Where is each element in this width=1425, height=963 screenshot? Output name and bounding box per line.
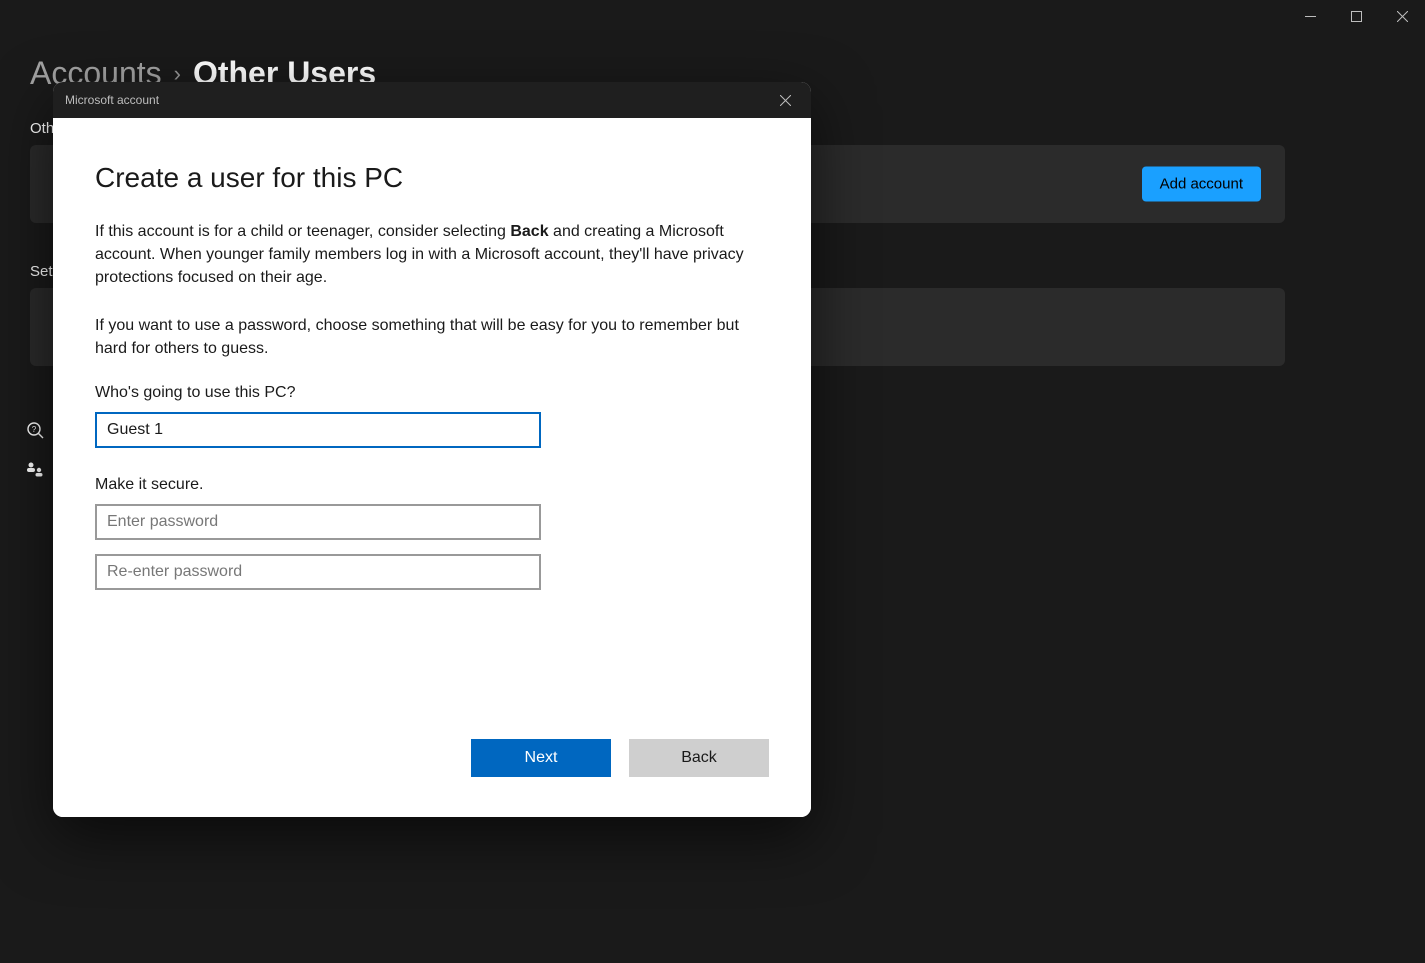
dialog-close-button[interactable] [765,82,805,118]
back-button[interactable]: Back [629,739,769,777]
dialog-paragraph-1: If this account is for a child or teenag… [95,220,765,290]
help-icon[interactable]: ? [25,420,45,440]
para1-bold: Back [510,223,548,240]
dialog-paragraph-2: If you want to use a password, choose so… [95,314,765,360]
add-account-button[interactable]: Add account [1142,167,1261,202]
password-input[interactable] [95,504,541,540]
password-confirm-input[interactable] [95,554,541,590]
next-button[interactable]: Next [471,739,611,777]
username-input[interactable] [95,412,541,448]
related-links: ? [25,420,45,480]
create-user-dialog: Microsoft account Create a user for this… [53,82,811,817]
maximize-button[interactable] [1333,0,1379,32]
password-section-label: Make it secure. [95,476,769,494]
minimize-button[interactable] [1287,0,1333,32]
close-button[interactable] [1379,0,1425,32]
minimize-icon [1305,11,1316,22]
dialog-heading: Create a user for this PC [95,162,769,194]
window-controls [1287,0,1425,32]
dialog-footer: Next Back [471,739,769,777]
close-icon [780,95,791,106]
para1-pre: If this account is for a child or teenag… [95,223,510,240]
svg-text:?: ? [32,425,37,434]
dialog-title: Microsoft account [65,93,159,107]
maximize-icon [1351,11,1362,22]
feedback-icon[interactable] [25,460,45,480]
username-label: Who's going to use this PC? [95,384,769,402]
dialog-titlebar: Microsoft account [53,82,811,118]
close-icon [1397,11,1408,22]
dialog-body: Create a user for this PC If this accoun… [53,118,811,817]
